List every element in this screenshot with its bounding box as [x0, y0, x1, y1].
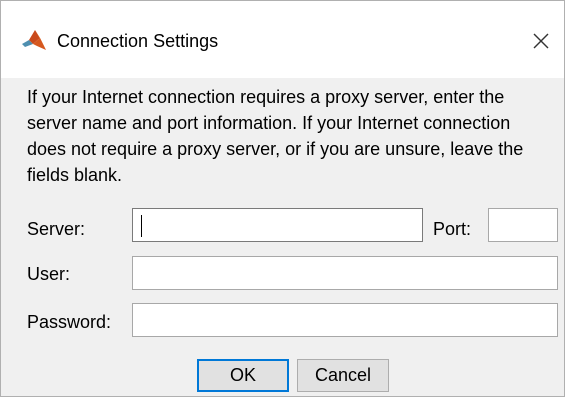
description-text: If your Internet connection requires a p… [27, 87, 524, 185]
user-input[interactable] [132, 256, 558, 290]
password-label: Password: [27, 312, 112, 332]
cancel-button[interactable]: Cancel [297, 359, 389, 392]
ok-button[interactable]: OK [197, 359, 289, 392]
text-cursor [141, 215, 142, 237]
matlab-membrane-icon [21, 29, 47, 51]
close-icon [533, 33, 549, 49]
server-input[interactable] [132, 208, 423, 242]
window-title: Connection Settings [57, 31, 219, 51]
connection-settings-dialog: Connection Settings If your Internet con… [0, 0, 565, 397]
port-label: Port: [433, 219, 472, 239]
dialog-content: If your Internet connection requires a p… [1, 78, 564, 396]
title-bar[interactable]: Connection Settings [1, 1, 564, 78]
password-input[interactable] [132, 303, 558, 337]
server-label: Server: [27, 219, 86, 239]
user-label: User: [27, 264, 71, 284]
close-button[interactable] [523, 25, 559, 57]
port-input[interactable] [488, 208, 558, 242]
